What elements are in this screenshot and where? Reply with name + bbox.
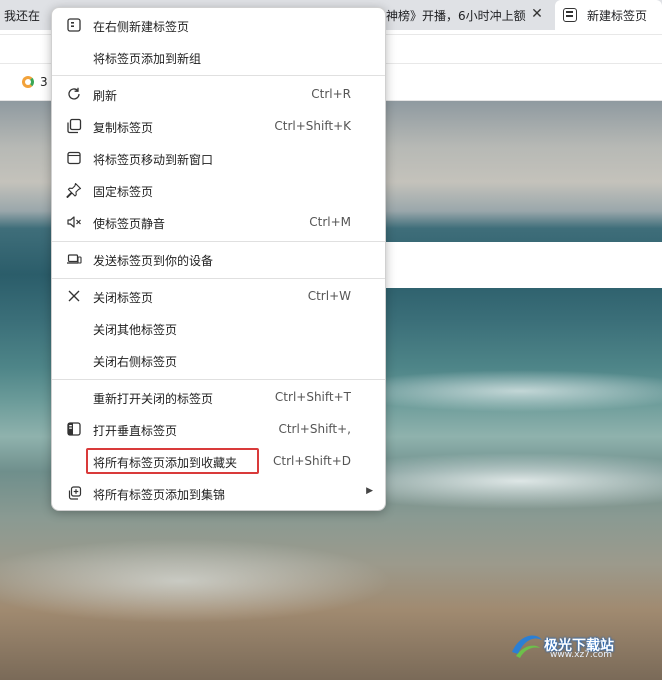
menu-separator xyxy=(52,241,385,242)
tab-context-menu: 在右侧新建标签页 将标签页添加到新组 刷新 Ctrl+R 复制标签页 Ctrl+… xyxy=(51,7,386,511)
highlight-box xyxy=(86,448,259,474)
submenu-arrow-icon: ▶ xyxy=(366,486,373,496)
menu-item-refresh[interactable]: 刷新 Ctrl+R xyxy=(52,78,385,110)
new-tab-icon xyxy=(563,8,577,22)
menu-item-shortcut: Ctrl+Shift+T xyxy=(274,390,351,404)
menu-item-close-other-tabs[interactable]: 关闭其他标签页 xyxy=(52,312,385,344)
menu-item-label: 重新打开关闭的标签页 xyxy=(93,392,214,406)
menu-item-label: 打开垂直标签页 xyxy=(93,424,178,438)
favorite-site-icon xyxy=(22,76,34,88)
menu-item-label: 使标签页静音 xyxy=(93,217,166,231)
watermark-logo: 极光下载站 www.xz7.com xyxy=(510,630,614,660)
tab-active-title: 新建标签页 xyxy=(587,8,648,23)
close-icon[interactable]: ✕ xyxy=(530,7,544,21)
menu-item-label: 关闭其他标签页 xyxy=(93,323,178,337)
mute-icon xyxy=(66,214,82,230)
menu-item-label: 固定标签页 xyxy=(93,185,154,199)
tab-middle-title: 神榜》开播，6小时冲上额 xyxy=(386,8,526,23)
devices-icon xyxy=(66,251,82,267)
menu-item-label: 关闭右侧标签页 xyxy=(93,355,178,369)
tab-active-new-tab[interactable]: 新建标签页 xyxy=(555,0,662,30)
menu-item-move-to-new-window[interactable]: 将标签页移动到新窗口 xyxy=(52,142,385,174)
menu-separator xyxy=(52,379,385,380)
background-search-area xyxy=(383,242,662,288)
refresh-icon xyxy=(66,86,82,102)
watermark-swoosh-icon xyxy=(512,635,542,658)
watermark-url: www.xz7.com xyxy=(550,650,612,660)
menu-item-shortcut: Ctrl+W xyxy=(307,289,351,303)
pin-icon xyxy=(66,182,82,198)
menu-item-close-tabs-right[interactable]: 关闭右侧标签页 xyxy=(52,344,385,376)
vertical-tabs-icon xyxy=(66,421,82,437)
menu-item-shortcut: Ctrl+Shift+, xyxy=(278,422,351,436)
menu-item-new-tab-right[interactable]: 在右侧新建标签页 xyxy=(52,9,385,41)
menu-item-shortcut: Ctrl+Shift+K xyxy=(274,119,351,133)
duplicate-icon xyxy=(66,118,82,134)
tab-left[interactable]: 我还在 xyxy=(0,0,54,30)
menu-item-label: 在右侧新建标签页 xyxy=(93,20,190,34)
collections-icon xyxy=(66,485,82,501)
tab-middle[interactable]: 神榜》开播，6小时冲上额 ✕ xyxy=(386,0,550,30)
menu-item-shortcut: Ctrl+Shift+D xyxy=(273,454,351,468)
menu-separator xyxy=(52,278,385,279)
menu-item-send-to-devices[interactable]: 发送标签页到你的设备 xyxy=(52,243,385,275)
menu-item-pin-tab[interactable]: 固定标签页 xyxy=(52,174,385,206)
menu-item-label: 将标签页移动到新窗口 xyxy=(93,153,214,167)
close-icon xyxy=(66,288,82,304)
menu-item-label: 将标签页添加到新组 xyxy=(93,52,202,66)
menu-item-mute-tab[interactable]: 使标签页静音 Ctrl+M xyxy=(52,206,385,238)
menu-item-reopen-closed-tab[interactable]: 重新打开关闭的标签页 Ctrl+Shift+T xyxy=(52,381,385,413)
menu-item-label: 发送标签页到你的设备 xyxy=(93,254,214,268)
menu-item-shortcut: Ctrl+R xyxy=(311,87,351,101)
menu-item-close-tab[interactable]: 关闭标签页 Ctrl+W xyxy=(52,280,385,312)
tab-left-title: 我还在 xyxy=(4,8,41,23)
favorites-item-label: 3 xyxy=(40,75,48,89)
new-tab-icon xyxy=(66,17,82,33)
menu-item-label: 复制标签页 xyxy=(93,121,154,135)
menu-item-duplicate-tab[interactable]: 复制标签页 Ctrl+Shift+K xyxy=(52,110,385,142)
favorites-item[interactable]: 3 xyxy=(22,75,48,89)
menu-item-add-all-to-collections[interactable]: 将所有标签页添加到集锦 ▶ xyxy=(52,477,385,509)
menu-item-label: 刷新 xyxy=(93,89,118,103)
menu-item-add-to-group[interactable]: 将标签页添加到新组 xyxy=(52,41,385,73)
menu-separator xyxy=(52,75,385,76)
window-icon xyxy=(66,150,82,166)
menu-item-vertical-tabs[interactable]: 打开垂直标签页 Ctrl+Shift+, xyxy=(52,413,385,445)
menu-item-label: 关闭标签页 xyxy=(93,291,154,305)
menu-item-shortcut: Ctrl+M xyxy=(309,215,351,229)
menu-item-label: 将所有标签页添加到集锦 xyxy=(93,488,226,502)
